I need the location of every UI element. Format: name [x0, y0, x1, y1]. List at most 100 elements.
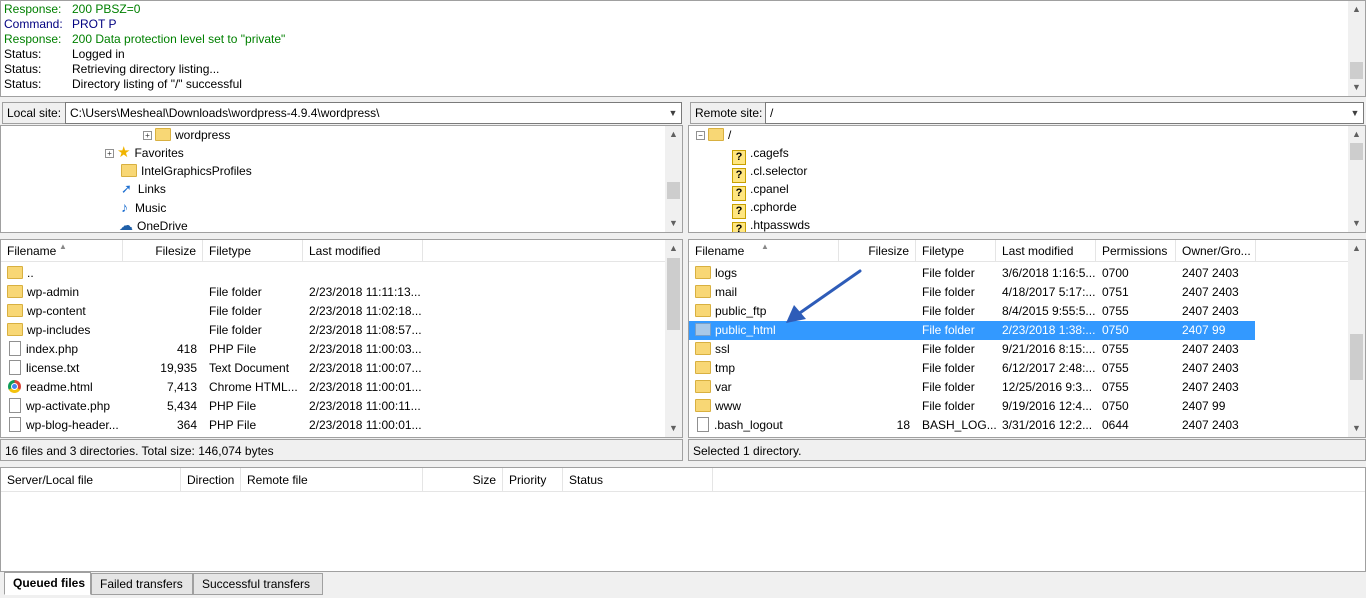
scroll-down-icon[interactable]: ▼ — [1348, 79, 1365, 96]
column-last-modified[interactable]: Last modified — [303, 240, 423, 262]
column-filesize[interactable]: Filesize — [123, 240, 203, 262]
tree-item-wordpress[interactable]: + wordpress — [143, 126, 231, 144]
last-modified: 2/23/2018 1:38:... — [1002, 323, 1096, 337]
column-owner-group[interactable]: Owner/Gro... — [1176, 240, 1256, 262]
list-item[interactable]: index.php 418 PHP File 2/23/2018 11:00:03..… — [1, 340, 661, 359]
column-filetype[interactable]: Filetype — [916, 240, 996, 262]
list-item[interactable]: wp-blog-header... 364 PHP File 2/23/2018 11… — [1, 416, 661, 435]
scroll-up-icon[interactable]: ▲ — [1348, 1, 1365, 18]
list-item[interactable]: wp-activate.php 5,434 PHP File 2/23/2018 11… — [1, 397, 661, 416]
column-size[interactable]: Size — [423, 468, 503, 492]
local-list-header: Filename ▲ Filesize Filetype Last modifie… — [1, 240, 665, 262]
transfer-queue[interactable]: Server/Local file Direction Remote file … — [0, 467, 1366, 572]
scroll-thumb[interactable] — [667, 182, 680, 199]
filename: ssl — [715, 342, 730, 356]
filesize — [839, 340, 916, 359]
scroll-up-icon[interactable]: ▲ — [1348, 240, 1365, 257]
column-filesize[interactable]: Filesize — [839, 240, 916, 262]
column-filename[interactable]: Filename ▲ — [689, 240, 839, 262]
list-item[interactable]: ssl File folder 9/21/2016 8:15:... 0755 2407… — [689, 340, 1255, 359]
scroll-down-icon[interactable]: ▼ — [1348, 215, 1365, 232]
filetype: Text Document — [209, 361, 290, 375]
remote-tree-scrollbar[interactable]: ▲ ▼ — [1348, 126, 1365, 232]
list-item[interactable]: wp-admin File folder 2/23/2018 11:11:13... — [1, 283, 661, 302]
scroll-thumb[interactable] — [667, 258, 680, 330]
chevron-down-icon[interactable]: ▼ — [665, 103, 681, 123]
tree-item[interactable]: ? .htpasswds — [732, 216, 810, 232]
list-item[interactable]: public_html File folder 2/23/2018 1:38:...… — [689, 321, 1255, 340]
tree-item[interactable]: ? .cphorde — [732, 198, 797, 219]
scroll-up-icon[interactable]: ▲ — [665, 240, 682, 257]
local-list-scrollbar[interactable]: ▲ ▼ — [665, 240, 682, 437]
tree-item-intelgraphicsprofiles[interactable]: IntelGraphicsProfiles — [121, 162, 252, 180]
tree-item-root[interactable]: − / — [696, 126, 731, 144]
filesize: 5,434 — [166, 399, 197, 413]
owner-group: 2407 2403 — [1182, 380, 1239, 394]
list-item[interactable]: wp-content File folder 2/23/2018 11:02:18.… — [1, 302, 661, 321]
scroll-thumb[interactable] — [1350, 334, 1363, 380]
column-direction[interactable]: Direction — [181, 468, 241, 492]
list-item[interactable]: license.txt 19,935 Text Document 2/23/2018 … — [1, 359, 661, 378]
list-item[interactable]: var File folder 12/25/2016 9:3... 0755 2407 … — [689, 378, 1255, 397]
scroll-down-icon[interactable]: ▼ — [665, 420, 682, 437]
local-tree-scrollbar[interactable]: ▲ ▼ — [665, 126, 682, 232]
column-filename[interactable]: Filename ▲ — [1, 240, 123, 262]
list-item[interactable]: .. — [1, 264, 661, 283]
column-remote-file[interactable]: Remote file — [241, 468, 423, 492]
tree-item[interactable]: ? .cpanel — [732, 180, 789, 201]
scroll-up-icon[interactable]: ▲ — [665, 126, 682, 143]
last-modified: 12/25/2016 9:3... — [1002, 380, 1093, 394]
permissions: 0755 — [1102, 304, 1129, 318]
local-path-input[interactable]: C:\Users\Mesheal\Downloads\wordpress-4.9… — [65, 102, 682, 124]
last-modified: 3/6/2018 1:16:5... — [1002, 266, 1096, 280]
message-log[interactable]: Response: 200 PBSZ=0 Command: PROT P Respo… — [0, 0, 1366, 97]
list-item[interactable]: readme.html 7,413 Chrome HTML... 2/23/2018 … — [1, 378, 661, 397]
column-priority[interactable]: Priority — [503, 468, 563, 492]
tree-item[interactable]: ? .cagefs — [732, 144, 789, 165]
remote-tree[interactable]: − / ? .cagefs ? .cl.selector ? .cpanel ? .cph… — [688, 125, 1366, 233]
filesize: 7,413 — [166, 380, 197, 394]
tree-item-music[interactable]: ♪ Music — [121, 198, 166, 216]
list-item[interactable]: logs File folder 3/6/2018 1:16:5... 0700 240… — [689, 264, 1255, 283]
tab-successful-transfers[interactable]: Successful transfers — [193, 573, 323, 595]
filename: license.txt — [26, 361, 80, 375]
filetype: File folder — [922, 399, 975, 413]
scroll-down-icon[interactable]: ▼ — [1348, 420, 1365, 437]
list-item[interactable]: public_ftp File folder 8/4/2015 9:55:5... 0… — [689, 302, 1255, 321]
column-permissions[interactable]: Permissions — [1096, 240, 1176, 262]
column-filetype[interactable]: Filetype — [203, 240, 303, 262]
folder-icon — [695, 285, 711, 298]
tree-item[interactable]: ? .cl.selector — [732, 162, 807, 183]
column-last-modified[interactable]: Last modified — [996, 240, 1096, 262]
scroll-thumb[interactable] — [1350, 62, 1363, 79]
tree-item-links[interactable]: ➚ Links — [121, 180, 166, 198]
expand-icon[interactable]: + — [105, 149, 114, 158]
collapse-icon[interactable]: − — [696, 131, 705, 140]
list-item[interactable]: www File folder 9/19/2016 12:4... 0750 2407 … — [689, 397, 1255, 416]
remote-path-input[interactable]: / ▼ — [765, 102, 1364, 124]
tree-item-onedrive[interactable]: ☁ OneDrive — [119, 216, 188, 233]
list-item[interactable]: tmp File folder 6/12/2017 2:48:... 0755 2407… — [689, 359, 1255, 378]
column-status[interactable]: Status — [563, 468, 713, 492]
list-item[interactable]: mail File folder 4/18/2017 5:17:... 0751 240… — [689, 283, 1255, 302]
local-file-list[interactable]: Filename ▲ Filesize Filetype Last modifie… — [0, 239, 683, 438]
tree-item-favorites[interactable]: + ★ Favorites — [105, 144, 184, 162]
list-item[interactable]: .bash_logout 18 BASH_LOG... 3/31/2016 12:2.… — [689, 416, 1255, 435]
scroll-up-icon[interactable]: ▲ — [1348, 126, 1365, 143]
scroll-down-icon[interactable]: ▼ — [665, 215, 682, 232]
chevron-down-icon[interactable]: ▼ — [1347, 103, 1363, 123]
list-item[interactable]: wp-includes File folder 2/23/2018 11:08:57… — [1, 321, 661, 340]
onedrive-icon: ☁ — [119, 217, 133, 233]
folder-icon — [7, 285, 23, 298]
scroll-thumb[interactable] — [1350, 143, 1363, 160]
file-icon — [697, 417, 709, 432]
tab-failed-transfers[interactable]: Failed transfers — [91, 573, 193, 595]
log-scrollbar[interactable]: ▲ ▼ — [1348, 1, 1365, 96]
expand-icon[interactable]: + — [143, 131, 152, 140]
remote-list-scrollbar[interactable]: ▲ ▼ — [1348, 240, 1365, 437]
tab-queued-files[interactable]: Queued files — [4, 572, 91, 595]
file-icon — [9, 341, 21, 356]
local-tree[interactable]: + wordpress + ★ Favorites IntelGraphicsProf… — [0, 125, 683, 233]
last-modified: 9/21/2016 8:15:... — [1002, 342, 1096, 356]
column-server-local-file[interactable]: Server/Local file — [1, 468, 181, 492]
